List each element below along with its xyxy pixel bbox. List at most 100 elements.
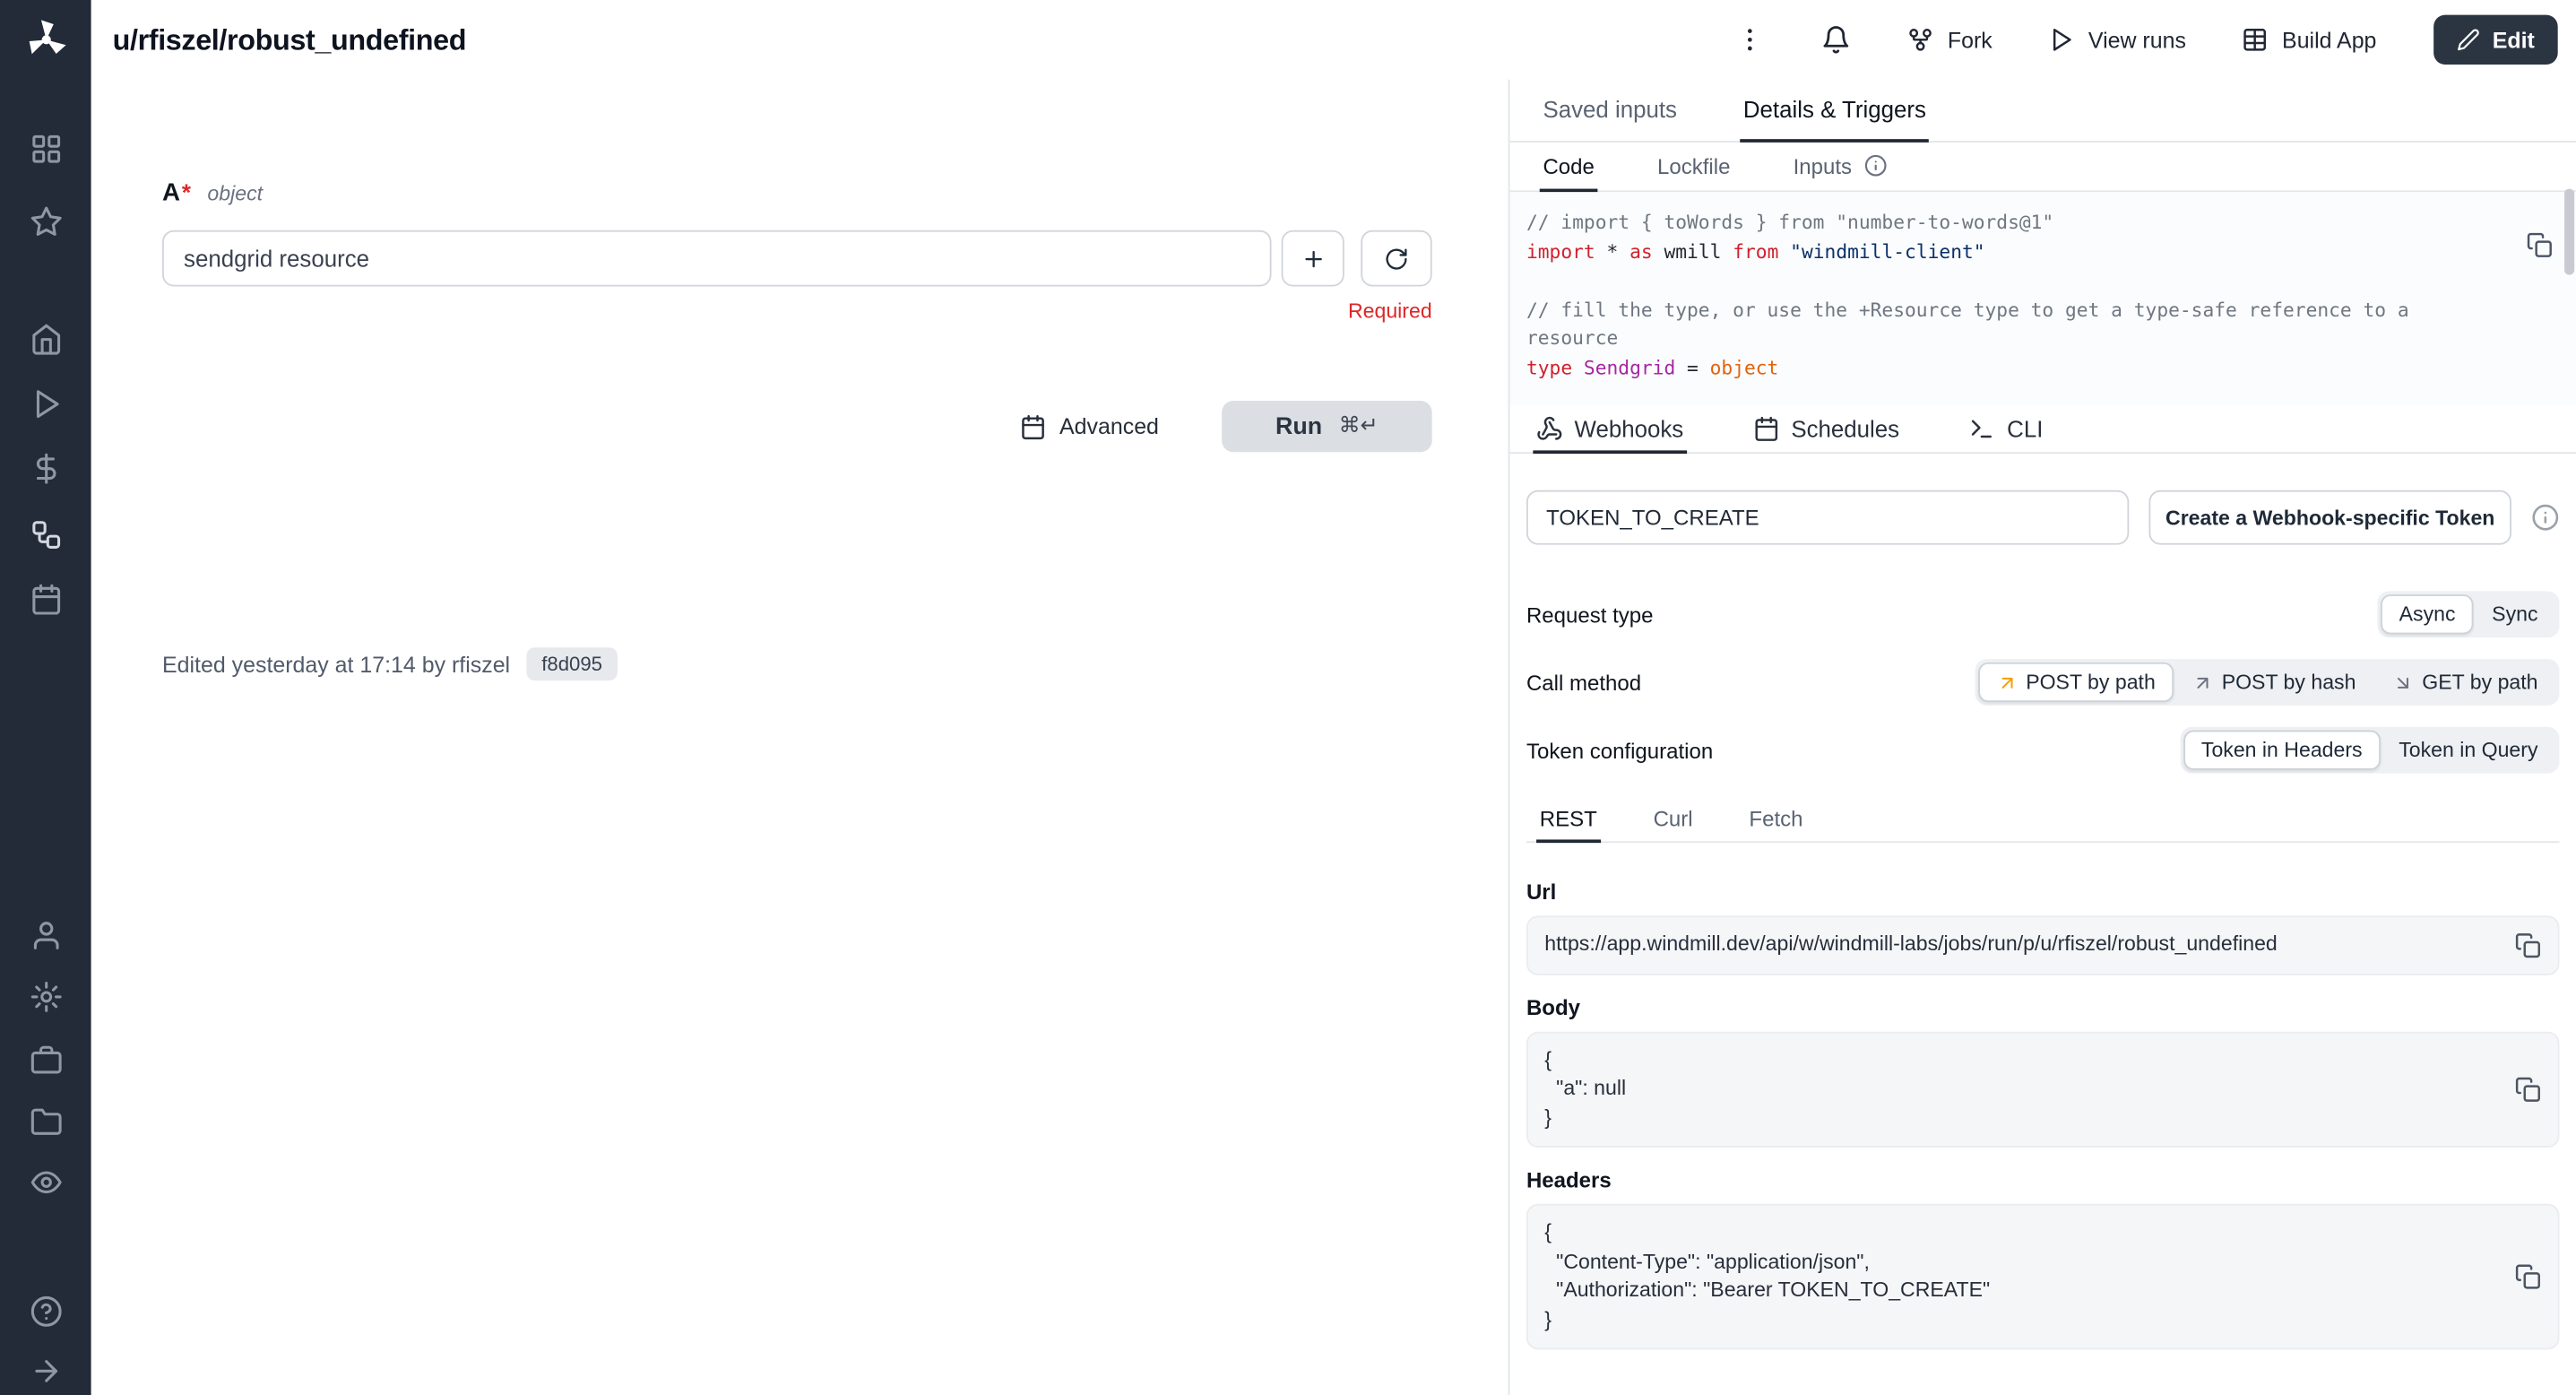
sidebar-item-users[interactable] [29,919,62,952]
schedules-label: Schedules [1791,415,1899,442]
more-menu-button[interactable] [1735,25,1765,55]
code-token: type [1526,355,1584,378]
request-type-toggle: Async Sync [2378,591,2560,637]
headers-line: "Authorization": "Bearer TOKEN_TO_CREATE… [1544,1277,2498,1305]
request-type-async[interactable]: Async [2381,594,2474,634]
user-icon [29,919,62,952]
sidebar-item-audit-logs[interactable] [29,1165,62,1199]
sidebar-item-settings[interactable] [29,980,62,1013]
sidebar-item-resources[interactable] [29,518,62,551]
code-line: import * as wmill from "windmill-client" [1526,238,2553,266]
tab-inputs[interactable]: Inputs [1790,143,1890,192]
sidebar-item-home[interactable] [29,323,62,356]
tab-lockfile[interactable]: Lockfile [1654,143,1733,192]
call-method-get-by-path[interactable]: GET by path [2374,663,2556,702]
call-method-post-by-hash[interactable]: POST by hash [2174,663,2374,702]
advanced-button[interactable]: Advanced [1010,412,1169,441]
sidebar-item-runs[interactable] [29,387,62,420]
token-in-query[interactable]: Token in Query [2381,731,2556,770]
code-token: as [1629,239,1664,263]
code-token: "windmill-client" [1790,239,1984,263]
call-method-post-by-path[interactable]: POST by path [1978,663,2174,702]
copy-url-button[interactable] [2515,931,2542,958]
star-icon [29,205,62,238]
home-icon [29,323,62,356]
windmill-logo[interactable] [21,15,70,70]
code-viewer: // import { toWords } from "number-to-wo… [1510,192,2576,405]
boxes-icon [29,518,62,551]
top-bar: u/rfiszel/robust_undefined Fork View run… [91,0,2576,80]
notifications-button[interactable] [1822,25,1852,55]
copy-icon [2527,232,2554,259]
edit-button[interactable]: Edit [2433,15,2557,65]
bell-icon [1822,25,1852,55]
tab-fetch[interactable]: Fetch [1746,796,1806,843]
code-token: object [1710,355,1779,378]
terminal-icon [1969,415,1996,442]
fork-label: Fork [1948,27,1993,52]
run-button[interactable]: Run⌘↵ [1222,401,1432,452]
headers-line: "Content-Type": "application/json", [1544,1248,2498,1277]
copy-icon [2515,931,2542,958]
code-line-blank [1526,266,2553,295]
eye-icon [29,1165,62,1199]
field-label-row: A * object [162,178,1432,206]
build-app-label: Build App [2282,27,2376,52]
form-actions-row: Advanced Run⌘↵ [162,401,1432,452]
code-line: // fill the type, or use the +Resource t… [1526,296,2553,325]
copy-code-button[interactable] [2527,232,2554,259]
request-type-sync[interactable]: Sync [2474,594,2556,634]
panel-tabs: Saved inputs Details & Triggers [1510,80,2576,143]
copy-body-button[interactable] [2515,1076,2542,1103]
refresh-button[interactable] [1361,230,1431,287]
edited-text: Edited yesterday at 17:14 by rfiszel [162,652,510,677]
token-input[interactable] [1526,490,2129,545]
token-in-headers[interactable]: Token in Headers [2183,731,2381,770]
add-resource-button[interactable] [1282,230,1344,287]
tab-cli[interactable]: CLI [1966,406,2046,455]
tab-saved-inputs[interactable]: Saved inputs [1540,80,1681,143]
tab-webhooks[interactable]: Webhooks [1533,406,1687,455]
required-hint: Required [162,299,1432,323]
sidebar-expand-button[interactable] [29,1355,62,1388]
kebab-menu-icon [1735,25,1765,55]
sidebar-item-workers[interactable] [29,1044,62,1077]
code-line: resource [1526,325,2553,353]
sidebar-item-folders[interactable] [29,1105,62,1138]
page-title: u/rfiszel/robust_undefined [113,22,466,57]
view-runs-button[interactable]: View runs [2049,27,2186,54]
scrollbar-thumb[interactable] [2564,189,2574,275]
sidebar [0,0,91,1395]
tab-schedules[interactable]: Schedules [1750,406,1903,455]
create-webhook-token-button[interactable]: Create a Webhook-specific Token [2148,490,2511,545]
dollar-icon [29,452,62,485]
field-input-row [162,230,1432,287]
sidebar-item-apps[interactable] [29,133,62,166]
tab-inputs-label: Inputs [1794,153,1852,178]
copy-icon [2515,1263,2542,1290]
code-token: from [1733,239,1790,263]
version-hash-badge[interactable]: f8d095 [527,647,618,680]
sidebar-item-help[interactable] [29,1295,62,1328]
token-row: Create a Webhook-specific Token [1526,490,2560,545]
resource-input[interactable] [162,230,1272,287]
build-app-button[interactable]: Build App [2243,27,2377,54]
info-icon [2531,504,2559,532]
call-method-label: Call method [1526,670,1641,695]
url-label: Url [1526,879,2560,905]
token-configuration-label: Token configuration [1526,738,1713,763]
token-info-button[interactable] [2531,504,2559,532]
sidebar-item-variables[interactable] [29,452,62,485]
tab-details-triggers[interactable]: Details & Triggers [1740,80,1929,143]
tab-rest[interactable]: REST [1536,796,1600,843]
tab-code[interactable]: Code [1540,143,1598,192]
post-by-path-label: POST by path [2026,671,2156,694]
sidebar-item-schedules[interactable] [29,583,62,616]
required-asterisk: * [182,178,191,205]
sidebar-item-favorites[interactable] [29,205,62,238]
token-configuration-toggle: Token in Headers Token in Query [2180,727,2560,774]
tab-curl[interactable]: Curl [1650,796,1696,843]
fork-button[interactable]: Fork [1908,27,1993,54]
copy-headers-button[interactable] [2515,1263,2542,1290]
gear-icon [29,980,62,1013]
